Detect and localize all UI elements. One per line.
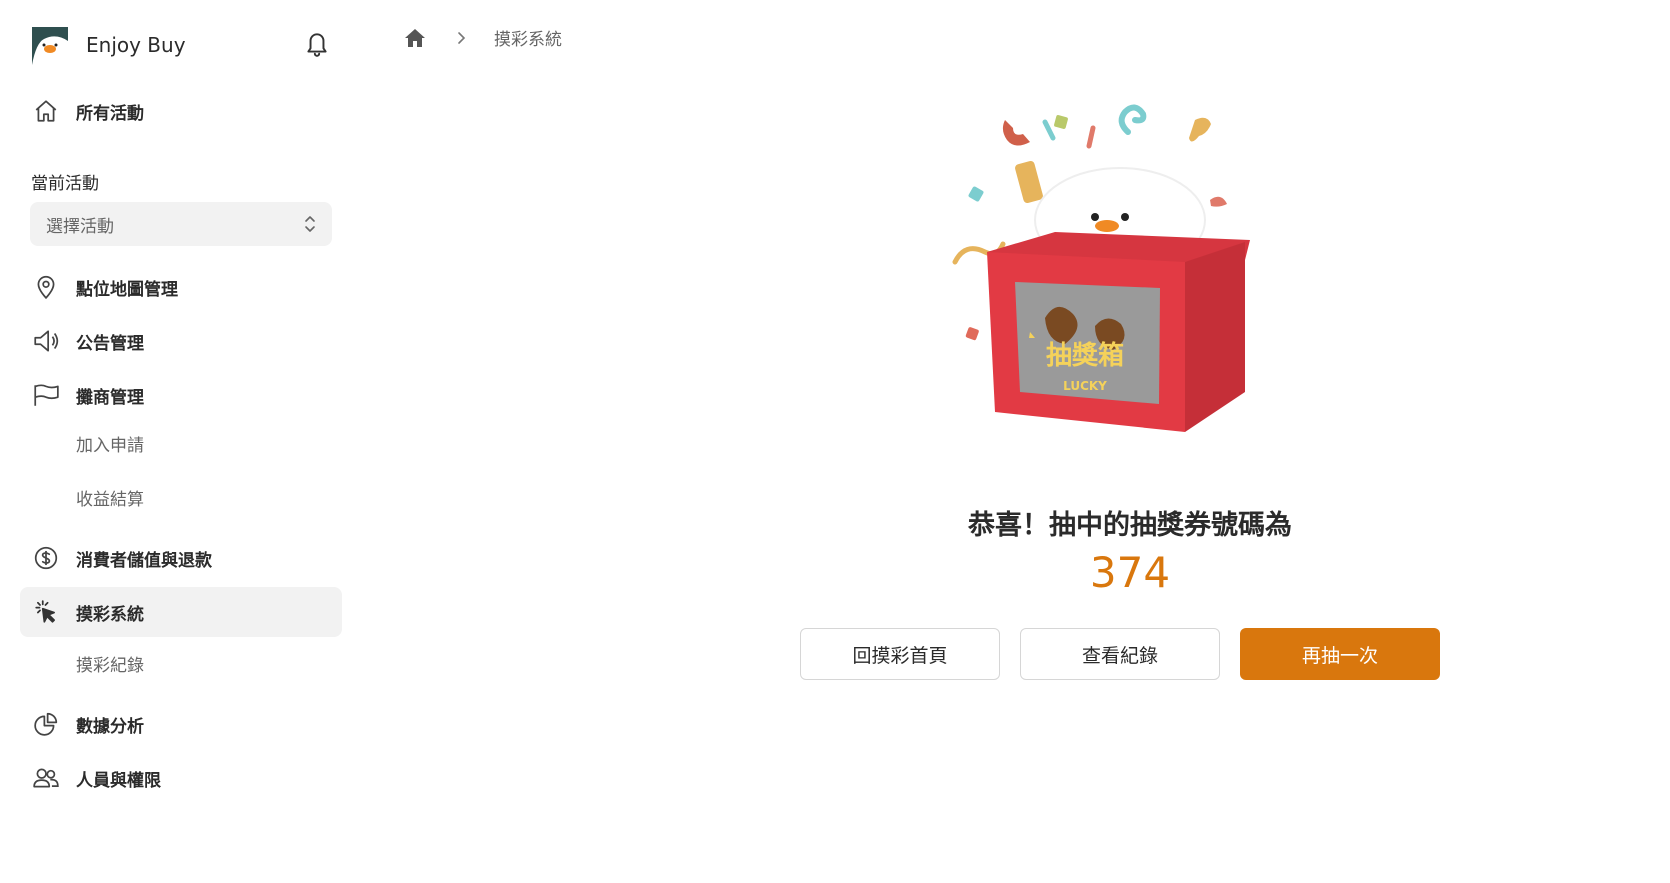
nav-map-management[interactable]: 點位地圖管理 <box>20 262 342 312</box>
brand-name: Enjoy Buy <box>86 33 186 57</box>
event-select[interactable]: 選擇活動 <box>30 202 332 246</box>
nav-lottery-label: 摸彩系統 <box>76 604 144 625</box>
map-pin-icon <box>31 272 61 302</box>
nav-all-events[interactable]: 所有活動 <box>20 86 342 136</box>
users-icon <box>31 763 61 793</box>
nav-analytics-label: 數據分析 <box>76 716 144 737</box>
breadcrumb-home-icon[interactable] <box>403 26 427 50</box>
box-label: 抽獎箱 <box>1046 340 1124 371</box>
view-records-button[interactable]: 查看紀錄 <box>1020 628 1220 680</box>
nav-all-events-label: 所有活動 <box>76 103 144 124</box>
result-message: 恭喜！抽中的抽獎券號碼為 <box>968 510 1292 541</box>
nav-announcements-label: 公告管理 <box>76 333 144 354</box>
lottery-box-illustration: 抽獎箱 LUCKY <box>952 104 1250 432</box>
current-event-label: 當前活動 <box>31 174 99 194</box>
home-icon <box>31 96 61 126</box>
breadcrumb-current: 摸彩系統 <box>494 30 562 50</box>
sub-lottery-records[interactable]: 摸彩紀錄 <box>76 648 144 678</box>
nav-lottery-system[interactable]: 摸彩系統 <box>20 587 342 637</box>
nav-vendor-label: 攤商管理 <box>76 387 144 408</box>
sidebar: Enjoy Buy 所有活動 當前活動 選擇活動 點位地圖管理 公告管理 攤商管… <box>0 0 355 883</box>
dollar-circle-icon <box>31 543 61 573</box>
sub-join-application[interactable]: 加入申請 <box>76 428 144 458</box>
chevron-right-icon <box>458 32 466 44</box>
winning-number: 374 <box>1089 548 1171 597</box>
brand[interactable]: Enjoy Buy <box>30 24 186 66</box>
nav-announcements[interactable]: 公告管理 <box>20 316 342 366</box>
nav-topup-label: 消費者儲值與退款 <box>76 550 212 571</box>
flag-icon <box>31 380 61 410</box>
box-sublabel: LUCKY <box>1063 379 1107 393</box>
draw-again-button[interactable]: 再抽一次 <box>1240 628 1440 680</box>
back-to-lottery-home-button[interactable]: 回摸彩首頁 <box>800 628 1000 680</box>
nav-staff-permissions[interactable]: 人員與權限 <box>20 753 342 803</box>
nav-topup-refund[interactable]: 消費者儲值與退款 <box>20 533 342 583</box>
nav-map-label: 點位地圖管理 <box>76 279 178 300</box>
click-cursor-icon <box>31 597 61 627</box>
pie-chart-icon <box>31 709 61 739</box>
bell-icon[interactable] <box>304 30 330 58</box>
logo-icon <box>30 25 70 65</box>
event-select-value: 選擇活動 <box>46 216 114 237</box>
sub-revenue-settlement[interactable]: 收益結算 <box>76 482 144 512</box>
megaphone-icon <box>31 326 61 356</box>
nav-staff-label: 人員與權限 <box>76 770 161 791</box>
nav-vendor-management[interactable]: 攤商管理 <box>20 370 342 420</box>
chevron-up-down-icon <box>305 216 315 232</box>
nav-data-analytics[interactable]: 數據分析 <box>20 699 342 749</box>
